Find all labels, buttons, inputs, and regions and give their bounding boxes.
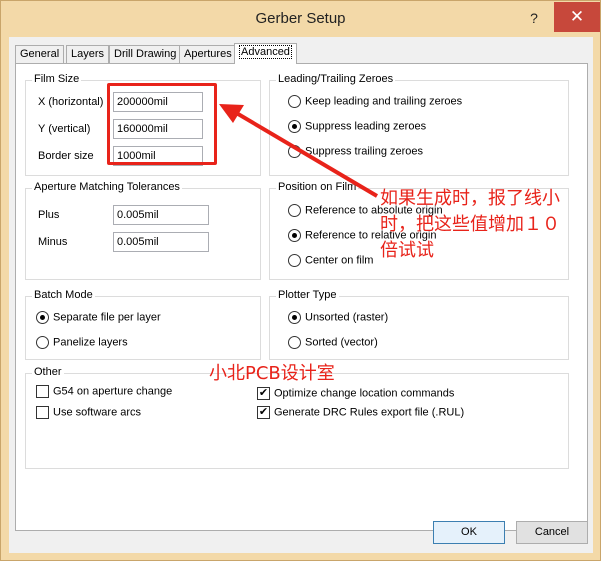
annotation-note-line3: 倍试试 — [380, 240, 434, 261]
annotation-arrow — [219, 104, 379, 198]
watermark-text: 小北PCB设计室 — [209, 363, 335, 384]
annotation-arrow-line — [231, 109, 379, 198]
tab-advanced[interactable]: Advanced — [234, 43, 297, 64]
annotation-note-line1: 如果生成时，报了线小 — [380, 188, 560, 209]
annotation-note-line2: 时，把这些值增加１０ — [380, 214, 560, 235]
gerber-setup-window: Gerber Setup ? ✕ General Layers Drill Dr… — [0, 0, 601, 561]
tab-advanced-label: Advanced — [239, 45, 292, 59]
